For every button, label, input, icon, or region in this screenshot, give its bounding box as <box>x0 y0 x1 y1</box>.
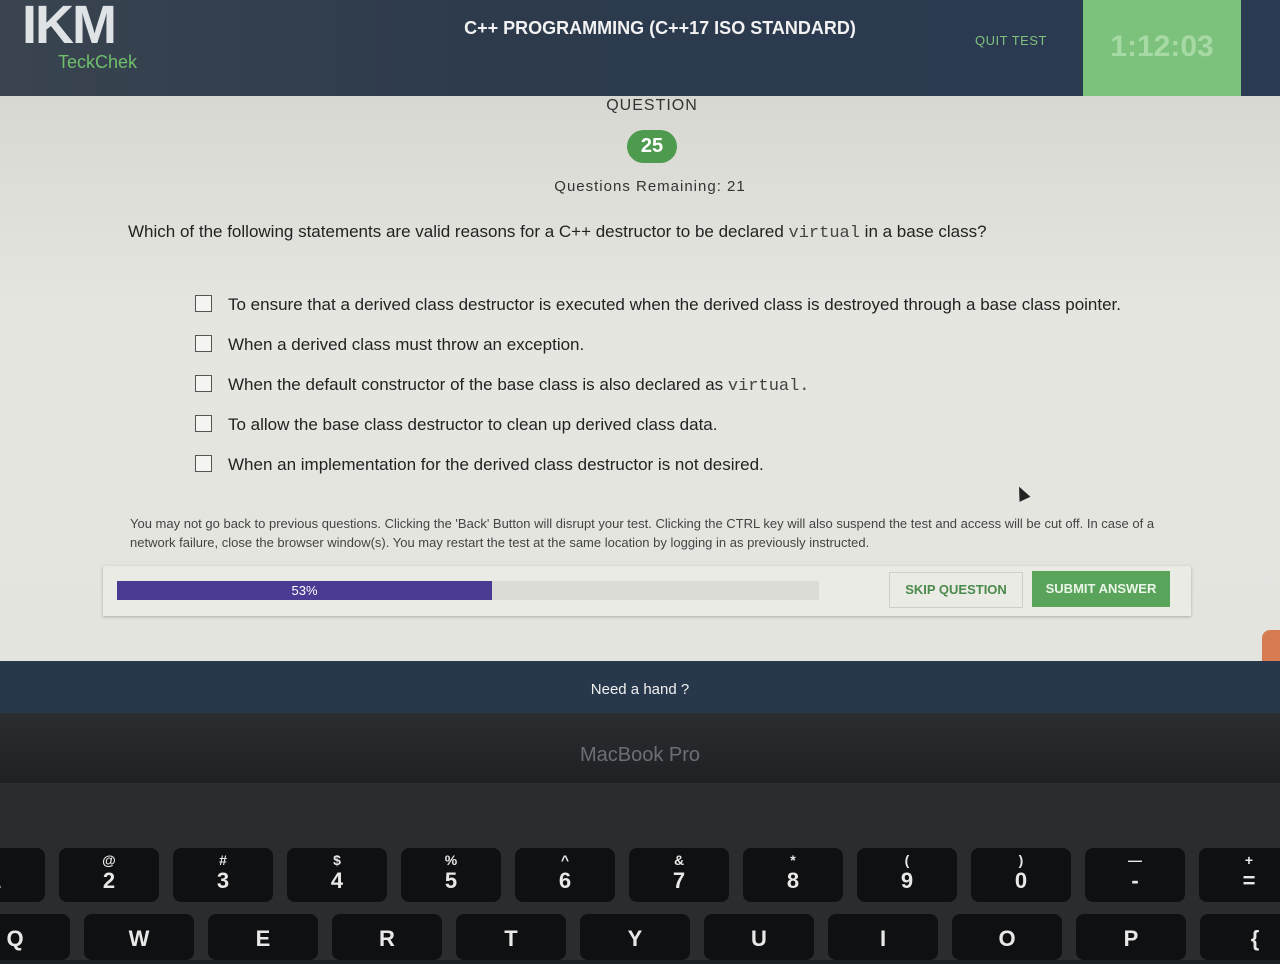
keyboard-key: !1 <box>0 848 45 902</box>
answer-option-3[interactable]: When the default constructor of the base… <box>195 375 810 396</box>
key-shift-symbol: * <box>790 852 796 868</box>
teckchek-logo-text: TeckChek <box>58 52 138 72</box>
keyboard-key: ) 0 <box>971 848 1071 902</box>
question-label: QUESTION <box>606 97 698 114</box>
keyboard-key: U <box>704 914 814 960</box>
key-shift-symbol: ( <box>904 852 910 868</box>
key-shift-symbol: ! <box>0 848 45 868</box>
test-rules-notice: You may not go back to previous question… <box>130 516 1155 550</box>
answer-option-5[interactable]: When an implementation for the derived c… <box>195 455 764 475</box>
key-main-symbol: 2 <box>102 868 116 893</box>
keyboard-key: + = <box>1199 848 1280 902</box>
keyboard-key: * 8 <box>743 848 843 902</box>
key-shift-symbol: @ <box>102 852 116 868</box>
submit-answer-button[interactable]: SUBMIT ANSWER <box>1032 571 1170 607</box>
answer-option-code: virtual. <box>727 377 810 396</box>
key-shift-symbol: % <box>444 852 458 868</box>
test-title: C++ PROGRAMMING (C++17 ISO STANDARD) <box>464 18 856 38</box>
key-main-symbol: - <box>1131 868 1139 893</box>
key-shift-symbol: ) <box>1018 852 1024 868</box>
ikm-logo: IKM <box>22 0 117 55</box>
key-main-symbol: 4 <box>330 868 344 893</box>
question-text-end: in a base class? <box>859 222 987 241</box>
keyboard-key: % 5 <box>401 848 501 902</box>
question-text-start: Which of the following statements are va… <box>128 222 789 241</box>
answer-option-4[interactable]: To allow the base class destructor to cl… <box>195 415 718 435</box>
keyboard-key: O <box>952 914 1062 960</box>
checkbox-icon[interactable] <box>195 415 212 432</box>
question-number-badge: 25 <box>627 130 677 163</box>
answer-option-text: To allow the base class destructor to cl… <box>228 415 718 434</box>
answer-option-text: When an implementation for the derived c… <box>228 455 764 474</box>
keyboard-key: { <box>1200 914 1280 960</box>
question-code-keyword: virtual <box>788 224 860 243</box>
key-main-symbol: 0 <box>1014 868 1028 893</box>
countdown-timer: 1:12:03 <box>1110 30 1214 63</box>
key-main-symbol: 5 <box>444 868 458 893</box>
keyboard-key: T <box>456 914 566 960</box>
key-main-symbol: 3 <box>216 868 230 893</box>
keyboard-key: ^ 6 <box>515 848 615 902</box>
keyboard-key: — - <box>1085 848 1185 902</box>
keyboard-key: Q <box>0 914 70 960</box>
keyboard-key: P <box>1076 914 1186 960</box>
key-main-symbol: 8 <box>786 868 800 893</box>
keyboard-key: I <box>828 914 938 960</box>
key-shift-symbol: ^ <box>560 852 570 868</box>
key-main-symbol: 6 <box>558 868 572 893</box>
checkbox-icon[interactable] <box>195 335 212 352</box>
answer-option-1[interactable]: To ensure that a derived class destructo… <box>195 295 1121 315</box>
progress-percent: 53% <box>291 583 318 598</box>
questions-remaining: Questions Remaining: 21 <box>554 178 746 195</box>
keyboard-key: $4 <box>287 848 387 902</box>
key-shift-symbol: # <box>219 852 227 868</box>
checkbox-icon[interactable] <box>195 295 212 312</box>
checkbox-icon[interactable] <box>195 375 212 392</box>
question-text: Which of the following statements are va… <box>128 222 1168 243</box>
key-shift-symbol: — <box>1128 852 1142 868</box>
answer-option-2[interactable]: When a derived class must throw an excep… <box>195 335 584 355</box>
answer-option-text: To ensure that a derived class destructo… <box>228 295 1121 314</box>
quit-test-button[interactable]: QUIT TEST <box>975 33 1047 48</box>
key-main-symbol: 7 <box>672 868 686 893</box>
macbook-brand-label: MacBook Pro <box>579 744 701 766</box>
answer-option-text: When the default constructor of the base… <box>228 375 728 394</box>
keyboard-key: #3 <box>173 848 273 902</box>
need-a-hand-link[interactable]: Need a hand ? <box>0 681 1280 698</box>
keyboard-key: E <box>208 914 318 960</box>
keyboard-key: @2 <box>59 848 159 902</box>
key-main-symbol: = <box>1242 868 1256 893</box>
keyboard-key: (9 <box>857 848 957 902</box>
keyboard-key: Y <box>580 914 690 960</box>
key-shift-symbol: + <box>1244 852 1254 868</box>
keyboard-key: W <box>84 914 194 960</box>
keyboard-key: & 7 <box>629 848 729 902</box>
key-shift-symbol: & <box>673 852 685 868</box>
key-main-symbol: 9 <box>900 868 914 893</box>
key-shift-symbol: $ <box>333 852 341 868</box>
answer-option-text: When a derived class must throw an excep… <box>228 335 585 354</box>
skip-question-button[interactable]: SKIP QUESTION <box>889 572 1023 608</box>
checkbox-icon[interactable] <box>195 455 212 472</box>
key-main-symbol: 1 <box>0 868 1 893</box>
keyboard-key: R <box>332 914 442 960</box>
